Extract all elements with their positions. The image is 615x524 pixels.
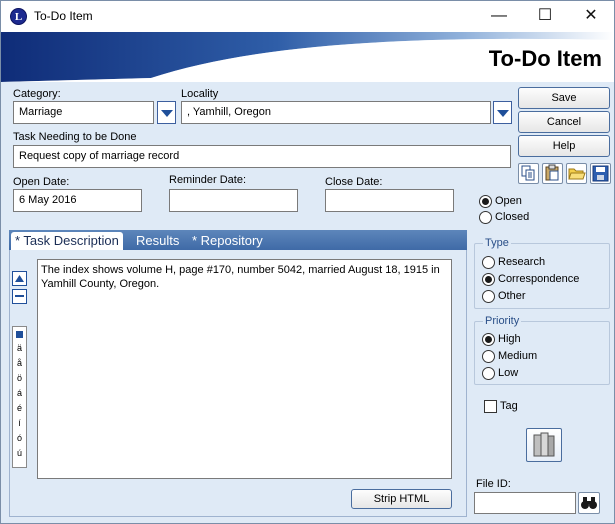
close-date-label: Close Date: <box>325 176 383 188</box>
priority-low-label: Low <box>498 367 519 379</box>
tab-repository[interactable]: * Repository <box>188 232 267 250</box>
category-label: Category: <box>13 88 61 100</box>
status-closed-radio[interactable] <box>479 211 492 224</box>
tag-checkbox[interactable] <box>484 400 497 413</box>
strip-html-button[interactable]: Strip HTML <box>351 489 452 509</box>
status-closed-label: Closed <box>495 211 530 223</box>
collapse-button[interactable] <box>12 289 27 304</box>
task-field[interactable]: Request copy of marriage record <box>13 145 511 168</box>
header-banner: To-Do Item <box>1 32 614 82</box>
save-disk-icon[interactable] <box>590 163 611 184</box>
to-do-item-window: L To-Do Item — ☐ ✕ To-Do Item Category: … <box>0 0 615 524</box>
priority-medium-label: Medium <box>498 350 538 362</box>
minimize-button[interactable]: — <box>476 1 522 32</box>
reminder-date-label: Reminder Date: <box>169 174 247 186</box>
priority-low-radio[interactable] <box>482 367 495 380</box>
close-date-field[interactable] <box>325 189 454 212</box>
cancel-button-label: Cancel <box>546 116 582 128</box>
copy-icon[interactable] <box>518 163 539 184</box>
locality-dropdown-button[interactable] <box>493 101 512 124</box>
char-u-acute[interactable]: ú <box>13 448 26 458</box>
reminder-date-field[interactable] <box>169 189 298 212</box>
books-icon[interactable] <box>526 428 562 462</box>
move-up-button[interactable] <box>12 271 27 286</box>
file-id-field[interactable] <box>474 492 576 514</box>
folder-icon[interactable] <box>566 163 587 184</box>
type-correspondence-radio[interactable] <box>482 273 495 286</box>
cancel-button[interactable]: Cancel <box>518 111 610 133</box>
type-research-label: Research <box>498 256 546 268</box>
maximize-button[interactable]: ☐ <box>522 1 568 32</box>
priority-medium-radio[interactable] <box>482 350 495 363</box>
char-o-acute[interactable]: ó <box>13 433 26 443</box>
category-field[interactable]: Marriage <box>13 101 154 124</box>
save-button[interactable]: Save <box>518 87 610 109</box>
close-button[interactable]: ✕ <box>568 1 614 32</box>
type-group-title: Type <box>483 237 511 249</box>
locality-field[interactable]: , Yamhill, Oregon <box>181 101 491 124</box>
priority-group-title: Priority <box>483 315 522 327</box>
open-date-field[interactable]: 6 May 2016 <box>13 189 142 212</box>
char-o-umlaut[interactable]: ö <box>13 373 26 383</box>
tab-task-description[interactable]: * Task Description <box>11 232 123 250</box>
char-a-umlaut[interactable]: ä <box>13 343 26 353</box>
binoculars-icon[interactable] <box>578 492 600 514</box>
status-open-radio[interactable] <box>479 195 492 208</box>
tag-label: Tag <box>500 400 518 412</box>
help-button-label: Help <box>552 140 576 152</box>
tab-strip: * Task Description Results * Repository <box>9 230 467 250</box>
type-other-radio[interactable] <box>482 290 495 303</box>
help-button[interactable]: Help <box>518 135 610 157</box>
category-dropdown-button[interactable] <box>157 101 176 124</box>
window-title: To-Do Item <box>34 9 93 23</box>
status-open-label: Open <box>495 195 522 207</box>
banner-title: To-Do Item <box>488 46 602 71</box>
priority-high-label: High <box>498 333 521 345</box>
strip-html-button-label: Strip HTML <box>373 493 430 505</box>
type-correspondence-label: Correspondence <box>498 273 580 285</box>
file-id-label: File ID: <box>476 478 511 490</box>
app-logo-icon: L <box>10 8 27 25</box>
char-e-acute[interactable]: é <box>13 403 26 413</box>
task-description-textarea[interactable]: The index shows volume H, page #170, num… <box>37 259 452 479</box>
task-label: Task Needing to be Done <box>13 131 137 143</box>
locality-label: Locality <box>181 88 219 100</box>
char-a-ring[interactable]: å <box>13 358 26 368</box>
type-research-radio[interactable] <box>482 256 495 269</box>
save-button-label: Save <box>551 92 577 104</box>
title-bar: L To-Do Item — ☐ ✕ <box>1 1 614 32</box>
tab-results[interactable]: Results <box>132 232 183 250</box>
type-other-label: Other <box>498 290 526 302</box>
priority-high-radio[interactable] <box>482 333 495 346</box>
special-characters-bar: ä å ö á é í ó ú <box>12 326 27 468</box>
char-palette-toggle[interactable] <box>13 330 26 341</box>
char-i-acute[interactable]: í <box>13 418 26 428</box>
paste-icon[interactable] <box>542 163 563 184</box>
open-date-label: Open Date: <box>13 176 70 188</box>
char-a-acute[interactable]: á <box>13 388 26 398</box>
